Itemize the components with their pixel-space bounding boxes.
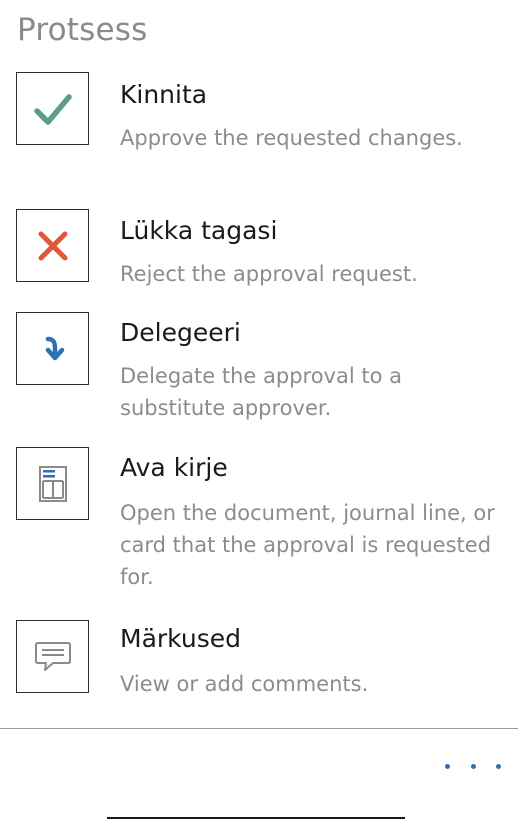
page-title: Protsess (17, 12, 148, 48)
delegate-tile[interactable] (16, 312, 89, 385)
action-description: Reject the approval request. (120, 262, 418, 286)
open-record-tile[interactable] (16, 447, 89, 520)
more-dot (496, 763, 501, 769)
action-title: Delegeeri (120, 318, 241, 347)
close-icon (38, 231, 67, 260)
reject-tile[interactable] (16, 209, 89, 282)
more-dot (445, 763, 450, 769)
action-description: Open the document, journal line, or card… (120, 501, 495, 589)
checkmark-icon (33, 93, 72, 125)
more-icon[interactable] (445, 752, 501, 780)
comments-tile[interactable] (16, 620, 89, 693)
delegate-arrow-icon (45, 336, 64, 360)
comment-icon (34, 641, 71, 671)
approve-tile[interactable] (16, 72, 89, 145)
action-description: Approve the requested changes. (120, 126, 463, 150)
action-title: Märkused (120, 624, 241, 653)
action-title: Lükka tagasi (120, 216, 278, 245)
action-title: Kinnita (120, 80, 208, 109)
more-dot (470, 763, 476, 769)
action-description: View or add comments. (120, 672, 369, 696)
action-title: Ava kirje (120, 453, 228, 482)
bottom-divider (0, 728, 518, 729)
document-icon (38, 465, 67, 502)
action-description: Delegate the approval to a substitute ap… (120, 364, 402, 420)
